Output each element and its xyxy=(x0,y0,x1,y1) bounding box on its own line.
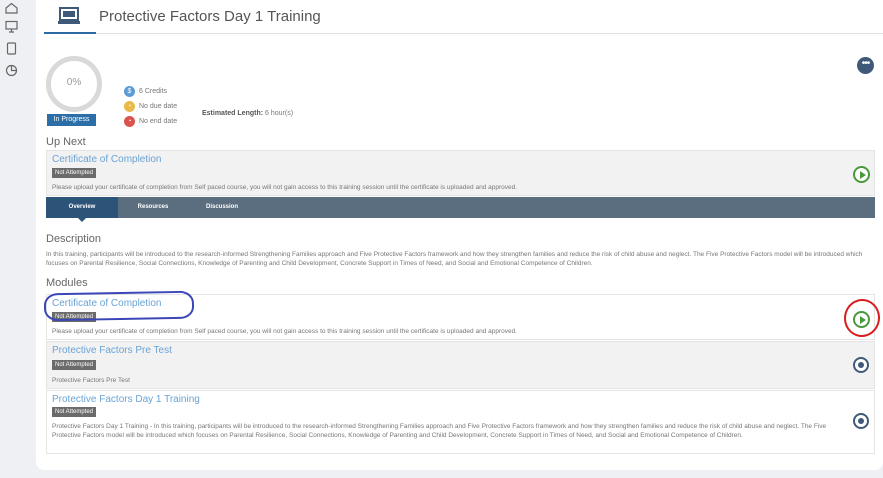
header-divider xyxy=(96,33,883,34)
tab-overview[interactable]: Overview xyxy=(46,197,118,222)
progress-ring: 0% xyxy=(46,56,102,112)
up-next-play-icon[interactable] xyxy=(853,166,870,183)
laptop-icon xyxy=(58,7,80,24)
end-date-row: ◔ No end date xyxy=(124,116,177,127)
training-card: Protective Factors Day 1 Training 0% In … xyxy=(36,0,883,470)
credits-text: 6 Credits xyxy=(139,88,168,95)
estimated-length: Estimated Length: 6 hour(s) xyxy=(202,110,293,117)
credits-icon: $ xyxy=(124,86,135,97)
pie-chart-icon[interactable] xyxy=(5,64,18,77)
module-title-link[interactable]: Protective Factors Day 1 Training xyxy=(52,394,200,405)
progress-percent: 0% xyxy=(66,77,82,88)
due-date-row: ◔ No due date xyxy=(124,101,177,112)
module-status-badge: Not Attempted xyxy=(52,360,97,370)
module-description: Protective Factors Pre Test xyxy=(52,377,130,384)
description-heading: Description xyxy=(46,233,102,245)
tab-discussion[interactable]: Discussion xyxy=(188,197,256,218)
up-next-title-link[interactable]: Certificate of Completion xyxy=(52,154,162,165)
home-icon[interactable] xyxy=(5,2,18,15)
due-date-text: No due date xyxy=(139,103,178,110)
tab-bar: Overview Resources Discussion xyxy=(46,197,875,222)
up-next-description: Please upload your certificate of comple… xyxy=(52,184,518,191)
module-item[interactable]: Protective Factors Day 1 Training Not At… xyxy=(46,390,875,454)
monitor-icon[interactable] xyxy=(5,20,18,33)
status-badge: In Progress xyxy=(47,114,96,126)
header-underline xyxy=(44,32,96,34)
tab-resources[interactable]: Resources xyxy=(118,197,188,218)
clock-icon: ◔ xyxy=(124,101,135,112)
module-lock-icon[interactable] xyxy=(853,413,869,429)
module-item[interactable]: Protective Factors Pre Test Not Attempte… xyxy=(46,341,875,389)
end-clock-icon: ◔ xyxy=(124,116,135,127)
page-header: Protective Factors Day 1 Training xyxy=(36,0,883,34)
module-status-badge: Not Attempted xyxy=(52,407,97,417)
estimated-value: 6 hour(s) xyxy=(265,110,294,117)
end-date-text: No end date xyxy=(139,118,178,125)
module-description: Please upload your certificate of comple… xyxy=(52,328,518,335)
description-text: In this training, participants will be i… xyxy=(46,251,863,267)
up-next-heading: Up Next xyxy=(46,136,86,148)
up-next-status-badge: Not Attempted xyxy=(52,168,97,178)
module-description: Protective Factors Day 1 Training - In t… xyxy=(52,423,827,439)
module-title-link[interactable]: Protective Factors Pre Test xyxy=(52,345,172,356)
left-sidebar xyxy=(0,0,22,478)
up-next-card: Certificate of Completion Not Attempted … xyxy=(46,150,875,196)
modules-heading: Modules xyxy=(46,277,88,289)
credits-row: $ 6 Credits xyxy=(124,86,167,97)
module-lock-icon[interactable] xyxy=(853,357,869,373)
estimated-label: Estimated Length: xyxy=(202,110,264,117)
page-title: Protective Factors Day 1 Training xyxy=(99,8,321,25)
blue-annotation-circle xyxy=(43,290,195,322)
tablet-icon[interactable] xyxy=(5,42,18,55)
more-options-button[interactable]: ••• xyxy=(857,57,874,74)
